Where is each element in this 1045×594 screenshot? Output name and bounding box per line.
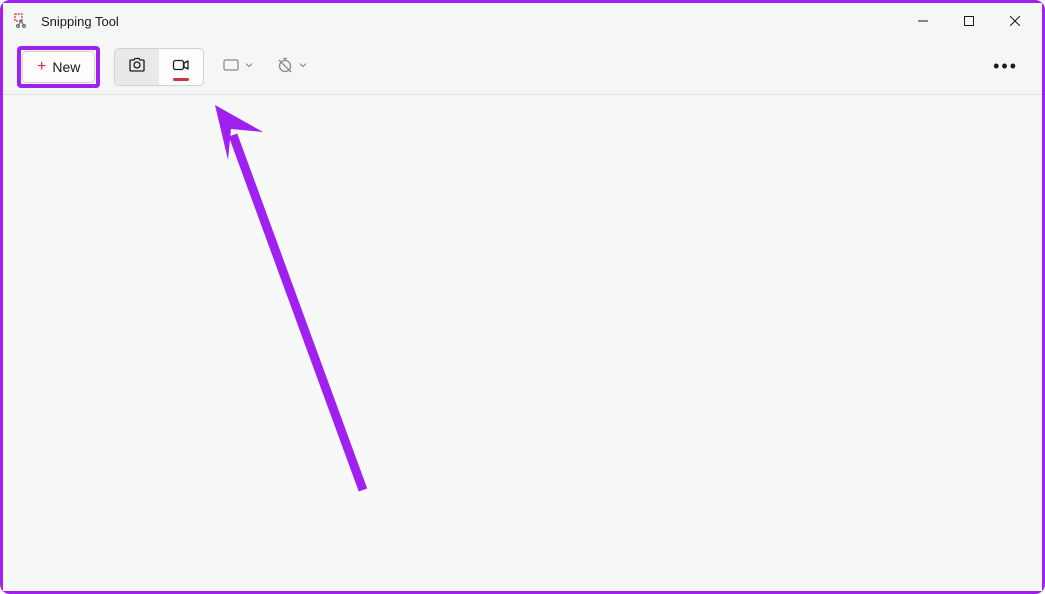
app-title: Snipping Tool [41, 14, 900, 29]
video-mode-button[interactable] [159, 49, 203, 85]
screenshot-mode-button[interactable] [115, 49, 159, 85]
timer-off-icon [276, 56, 294, 77]
camera-icon [127, 55, 147, 78]
annotation-arrow [3, 95, 403, 515]
mode-toggle [114, 48, 204, 86]
new-button[interactable]: + New [22, 51, 95, 83]
plus-icon: + [37, 58, 46, 76]
rectangle-icon [222, 56, 240, 77]
minimize-button[interactable] [900, 5, 946, 37]
ellipsis-icon: ••• [993, 56, 1018, 76]
content-area [3, 95, 1042, 591]
delay-dropdown[interactable] [272, 50, 312, 83]
window-controls [900, 5, 1038, 37]
close-button[interactable] [992, 5, 1038, 37]
app-icon [13, 12, 31, 30]
new-button-highlight: + New [17, 46, 100, 88]
titlebar: Snipping Tool [3, 3, 1042, 39]
maximize-button[interactable] [946, 5, 992, 37]
app-window: Snipping Tool + New [0, 0, 1045, 594]
chevron-down-icon [244, 60, 254, 73]
more-options-button[interactable]: ••• [983, 50, 1028, 83]
chevron-down-icon [298, 60, 308, 73]
new-button-label: New [52, 59, 80, 75]
snip-shape-dropdown[interactable] [218, 50, 258, 83]
toolbar: + New [3, 39, 1042, 95]
video-icon [171, 55, 191, 78]
